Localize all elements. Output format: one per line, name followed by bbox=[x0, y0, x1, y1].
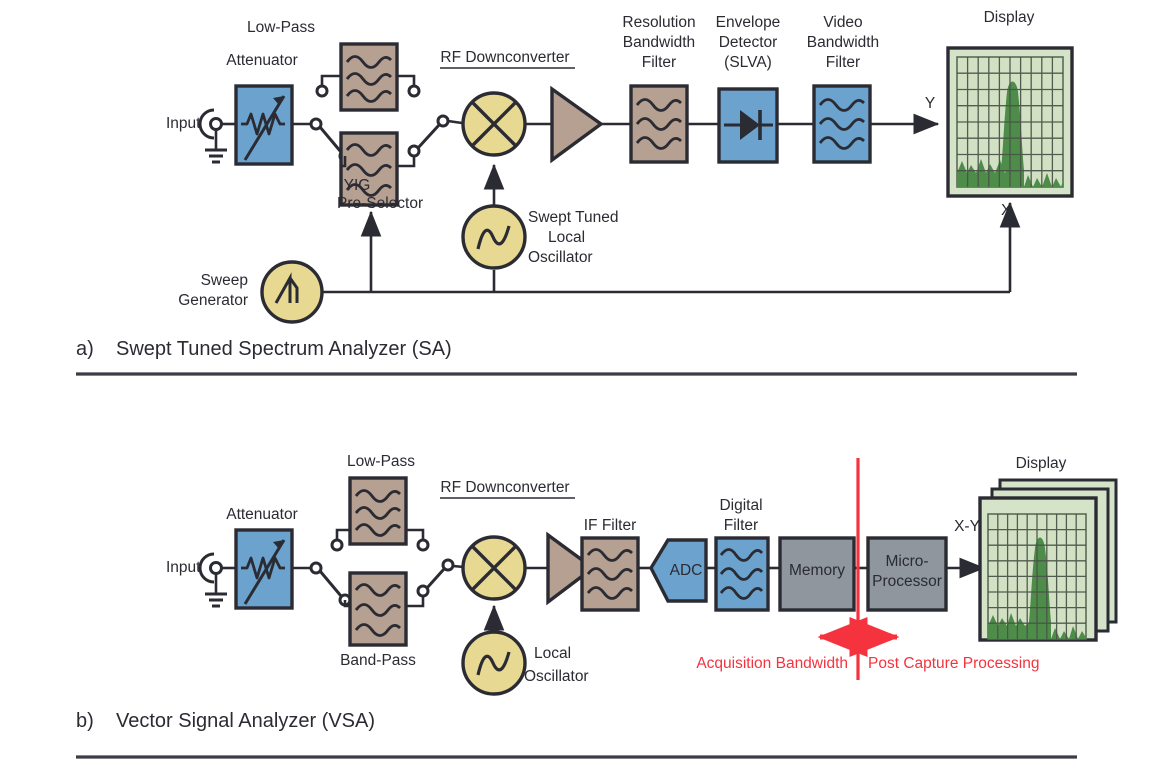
label-if-filter-b: IF Filter bbox=[584, 517, 637, 534]
label-sweep-2: Generator bbox=[178, 292, 248, 309]
label-swept-lo-1: Swept Tuned bbox=[528, 209, 618, 226]
label-vbw-1: Video bbox=[823, 14, 862, 31]
label-micro-2: Processor bbox=[872, 573, 942, 590]
attenuator-block-a bbox=[234, 84, 294, 166]
output-switch-b bbox=[416, 558, 465, 598]
label-envelope-2: Detector bbox=[719, 34, 778, 51]
caption-marker-a: a) bbox=[76, 338, 94, 360]
label-input-b: Input bbox=[166, 559, 201, 576]
band-pass-filter-b bbox=[343, 571, 425, 647]
sweep-bus-a bbox=[322, 201, 1021, 294]
panel-b: Low-Pass Attenuator RF Downconverter IF … bbox=[76, 453, 1118, 759]
input-switch-b bbox=[309, 528, 352, 607]
mixer-b bbox=[461, 535, 527, 601]
label-adc-b: ADC bbox=[670, 562, 703, 579]
local-oscillator-b bbox=[461, 630, 527, 696]
display-panel-stack-b bbox=[978, 478, 1118, 642]
block-diagram-svg: Low-Pass Attenuator RF Downconverter Res… bbox=[76, 9, 1118, 759]
label-input-a: Input bbox=[166, 115, 201, 132]
vbw-filter-block-a bbox=[812, 84, 872, 164]
label-digital-1: Digital bbox=[719, 497, 762, 514]
label-lo-2: Oscillator bbox=[524, 668, 589, 685]
label-acquisition-bandwidth: Acquisition Bandwidth bbox=[696, 655, 848, 672]
low-pass-filter-b bbox=[348, 476, 430, 552]
label-swept-lo-3: Oscillator bbox=[528, 249, 593, 266]
label-digital-2: Filter bbox=[724, 517, 758, 534]
label-attenuator-b: Attenuator bbox=[226, 506, 298, 523]
label-rbw-1: Resolution bbox=[622, 14, 695, 31]
caption-marker-b: b) bbox=[76, 710, 94, 732]
panel-a: Low-Pass Attenuator RF Downconverter Res… bbox=[76, 9, 1077, 376]
display-panel-a bbox=[946, 46, 1074, 198]
output-switch-a bbox=[407, 114, 463, 158]
if-filter-block-b bbox=[580, 536, 640, 612]
label-vbw-2: Bandwidth bbox=[807, 34, 879, 51]
caption-a: Swept Tuned Spectrum Analyzer (SA) bbox=[116, 338, 452, 360]
label-low-pass-a: Low-Pass bbox=[247, 19, 315, 36]
envelope-detector-block-a bbox=[717, 87, 779, 164]
label-axis-y-a: Y bbox=[925, 95, 935, 112]
label-post-capture-processing: Post Capture Processing bbox=[868, 655, 1039, 672]
label-rf-downconverter-b: RF Downconverter bbox=[440, 479, 569, 496]
label-envelope-3: (SLVA) bbox=[724, 54, 772, 71]
swept-local-oscillator-a bbox=[461, 204, 527, 270]
mixer-a bbox=[461, 91, 527, 157]
label-sweep-1: Sweep bbox=[201, 272, 248, 289]
sweep-generator-a bbox=[260, 260, 324, 324]
label-band-pass-b: Band-Pass bbox=[340, 652, 416, 669]
caption-b: Vector Signal Analyzer (VSA) bbox=[116, 710, 375, 732]
input-connector-b bbox=[198, 552, 236, 608]
input-connector-a bbox=[198, 108, 236, 164]
rbw-filter-block-a bbox=[629, 84, 689, 164]
label-yig-2: Pre-Selector bbox=[337, 195, 423, 212]
label-swept-lo-2: Local bbox=[548, 229, 585, 246]
memory-block-b: Memory bbox=[778, 536, 856, 612]
label-memory-b: Memory bbox=[789, 562, 845, 579]
label-vbw-3: Filter bbox=[826, 54, 860, 71]
microprocessor-block-b: Micro- Processor bbox=[866, 536, 948, 612]
label-rf-downconverter-a: RF Downconverter bbox=[440, 49, 569, 66]
digital-filter-block-b bbox=[714, 536, 770, 612]
label-micro-1: Micro- bbox=[885, 553, 928, 570]
amplifier-a bbox=[550, 85, 604, 164]
figure-root: Low-Pass Attenuator RF Downconverter Res… bbox=[0, 0, 1161, 771]
label-rbw-2: Bandwidth bbox=[623, 34, 695, 51]
label-yig-1: YIG bbox=[344, 177, 371, 194]
low-pass-filter-a bbox=[339, 42, 421, 112]
label-display-b: Display bbox=[1016, 455, 1067, 472]
label-attenuator-a: Attenuator bbox=[226, 52, 298, 69]
label-lo-1: Local bbox=[534, 645, 571, 662]
adc-block-b: ADC bbox=[649, 538, 708, 603]
label-display-a: Display bbox=[984, 9, 1035, 26]
label-rbw-3: Filter bbox=[642, 54, 676, 71]
label-axis-xy-b: X-Y bbox=[954, 518, 980, 535]
label-envelope-1: Envelope bbox=[716, 14, 781, 31]
attenuator-block-b bbox=[234, 528, 294, 610]
label-low-pass-b: Low-Pass bbox=[347, 453, 415, 470]
